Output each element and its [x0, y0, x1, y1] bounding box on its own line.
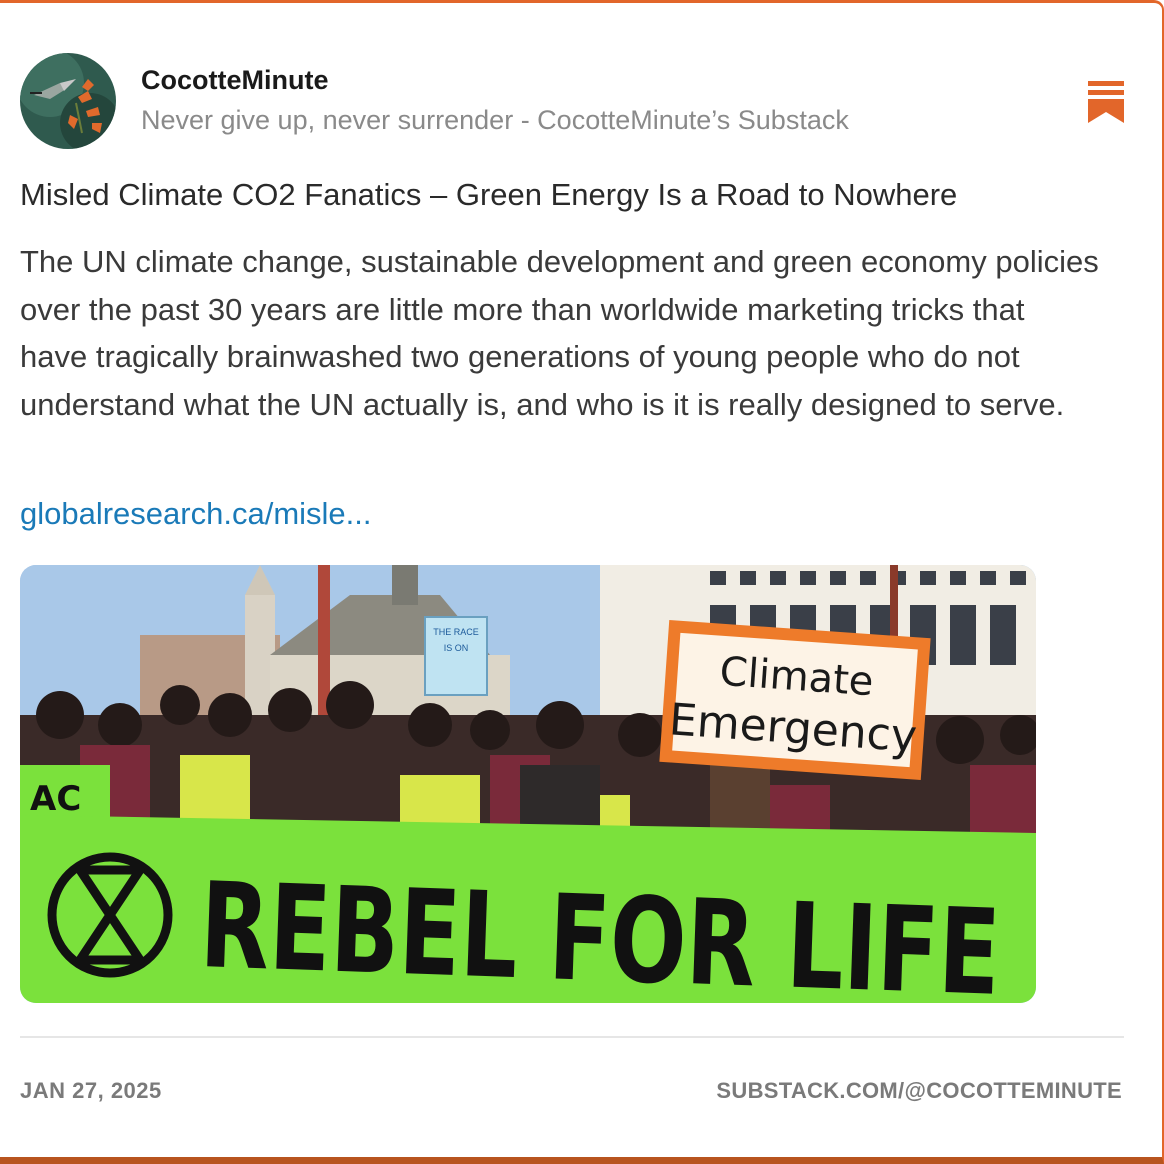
post-image[interactable]: THE RACE IS ON Climate Emergency AC REBE… [20, 565, 1036, 1003]
post-card[interactable]: CocotteMinute Never give up, never surre… [0, 0, 1164, 1164]
svg-text:AC: AC [30, 779, 81, 819]
substack-bookmark-icon[interactable] [1086, 81, 1126, 123]
post-title: Misled Climate CO2 Fanatics – Green Ener… [20, 177, 958, 212]
avatar[interactable] [20, 53, 116, 149]
post-date: JAN 27, 2025 [20, 1078, 162, 1103]
svg-text:THE RACE: THE RACE [433, 627, 479, 637]
publication-subtitle[interactable]: Never give up, never surrender - Cocotte… [141, 105, 849, 136]
post-link[interactable]: globalresearch.ca/misle... [20, 496, 372, 532]
source-link[interactable]: SUBSTACK.COM/@COCOTTEMINUTE [716, 1078, 1122, 1104]
hummingbird-avatar-icon [20, 53, 116, 149]
svg-text:IS ON: IS ON [444, 643, 469, 653]
author-name[interactable]: CocotteMinute [141, 65, 328, 96]
divider [20, 1036, 1124, 1038]
post-body: The UN climate change, sustainable devel… [20, 244, 1099, 422]
